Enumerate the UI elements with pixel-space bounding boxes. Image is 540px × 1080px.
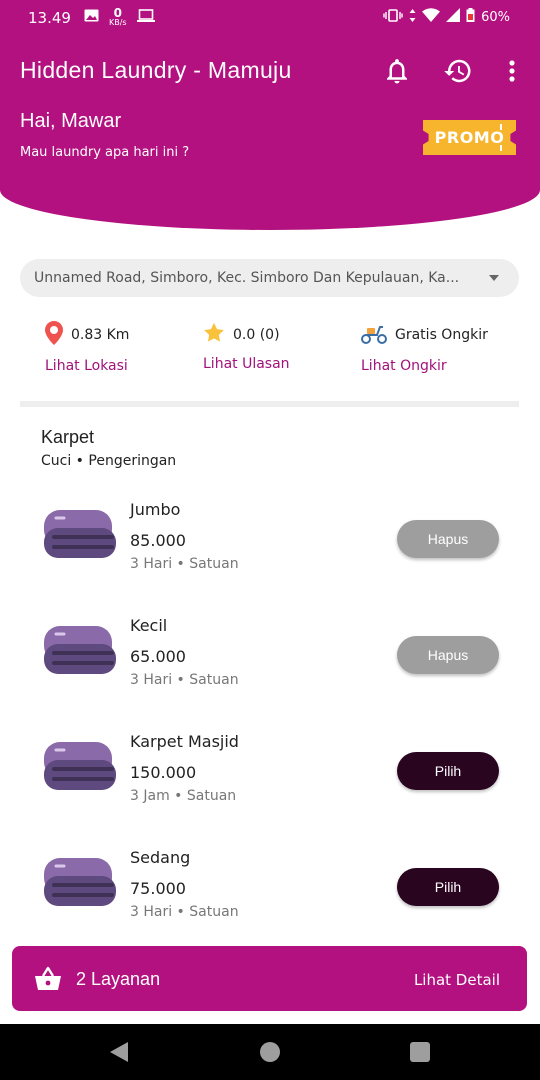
network-speed: 0 KB/s	[109, 6, 127, 27]
section-divider	[20, 401, 519, 407]
see-location-link[interactable]: Lihat Lokasi	[45, 358, 129, 374]
info-shipping: Gratis Ongkir Lihat Ongkir	[361, 322, 488, 374]
item-meta: 3 Hari • Satuan	[130, 672, 239, 688]
promo-button[interactable]: PROMO	[423, 120, 516, 155]
chevron-down-icon	[489, 275, 499, 281]
back-icon[interactable]	[110, 1042, 128, 1062]
wifi-icon	[422, 8, 441, 26]
remove-button[interactable]: Hapus	[397, 520, 499, 558]
star-icon	[203, 322, 225, 348]
basket-icon	[34, 966, 62, 992]
item-price: 150.000	[130, 763, 197, 782]
location-pin-icon	[45, 321, 63, 349]
system-nav-bar	[0, 1024, 540, 1080]
list-item: Sedang 75.000 3 Hari • Satuan Pilih	[0, 848, 540, 948]
item-meta: 3 Hari • Satuan	[130, 556, 239, 572]
see-shipping-link[interactable]: Lihat Ongkir	[361, 358, 488, 374]
home-icon[interactable]	[260, 1042, 280, 1062]
status-time: 13.49	[28, 9, 71, 27]
category-subtitle: Cuci • Pengeringan	[41, 453, 177, 469]
vibrate-icon	[383, 8, 403, 26]
carpet-icon	[42, 856, 116, 912]
shipping-value: Gratis Ongkir	[395, 327, 488, 343]
distance-value: 0.83 Km	[71, 327, 130, 343]
item-meta: 3 Jam • Satuan	[130, 788, 237, 804]
scooter-icon	[361, 322, 387, 348]
item-name: Jumbo	[130, 500, 181, 519]
recent-apps-icon[interactable]	[410, 1042, 430, 1062]
select-button[interactable]: Pilih	[397, 752, 499, 790]
gallery-icon	[84, 9, 99, 26]
address-dropdown[interactable]: Unnamed Road, Simboro, Kec. Simboro Dan …	[20, 259, 519, 297]
greeting: Hai, Mawar	[20, 110, 122, 132]
item-name: Kecil	[130, 616, 168, 635]
app-title: Hidden Laundry - Mamuju	[20, 57, 292, 83]
carpet-icon	[42, 740, 116, 796]
list-item: Jumbo 85.000 3 Hari • Satuan Hapus	[0, 500, 540, 600]
carpet-icon	[42, 624, 116, 680]
address-text: Unnamed Road, Simboro, Kec. Simboro Dan …	[34, 270, 460, 286]
list-item: Karpet Masjid 150.000 3 Jam • Satuan Pil…	[0, 732, 540, 832]
item-meta: 3 Hari • Satuan	[130, 904, 239, 920]
signal-icon	[446, 8, 461, 26]
info-distance: 0.83 Km Lihat Lokasi	[45, 321, 130, 374]
cart-bar[interactable]: 2 Layanan Lihat Detail	[12, 946, 527, 1011]
category-title: Karpet	[41, 427, 95, 447]
data-arrows-icon	[409, 8, 416, 26]
promo-ticket-perforation	[500, 124, 502, 151]
battery-percent: 60%	[481, 9, 510, 25]
laptop-icon	[136, 8, 155, 26]
history-icon[interactable]	[443, 56, 473, 86]
item-price: 85.000	[130, 531, 186, 550]
item-price: 65.000	[130, 647, 186, 666]
item-name: Karpet Masjid	[130, 732, 239, 751]
more-menu-icon[interactable]	[497, 56, 527, 86]
list-item: Kecil 65.000 3 Hari • Satuan Hapus	[0, 616, 540, 716]
bell-icon[interactable]	[382, 56, 412, 86]
remove-button[interactable]: Hapus	[397, 636, 499, 674]
greeting-subtitle: Mau laundry apa hari ini ?	[20, 145, 190, 160]
carpet-icon	[42, 508, 116, 564]
see-detail-link[interactable]: Lihat Detail	[414, 971, 500, 989]
rating-value: 0.0 (0)	[233, 327, 280, 343]
see-reviews-link[interactable]: Lihat Ulasan	[203, 356, 290, 372]
cart-count: 2 Layanan	[76, 969, 161, 989]
select-button[interactable]: Pilih	[397, 868, 499, 906]
promo-label: PROMO	[434, 128, 505, 147]
info-rating: 0.0 (0) Lihat Ulasan	[203, 322, 290, 372]
item-name: Sedang	[130, 848, 191, 867]
item-price: 75.000	[130, 879, 186, 898]
battery-icon	[466, 8, 475, 26]
status-bar: 13.49 0 KB/s 60%	[0, 0, 540, 34]
